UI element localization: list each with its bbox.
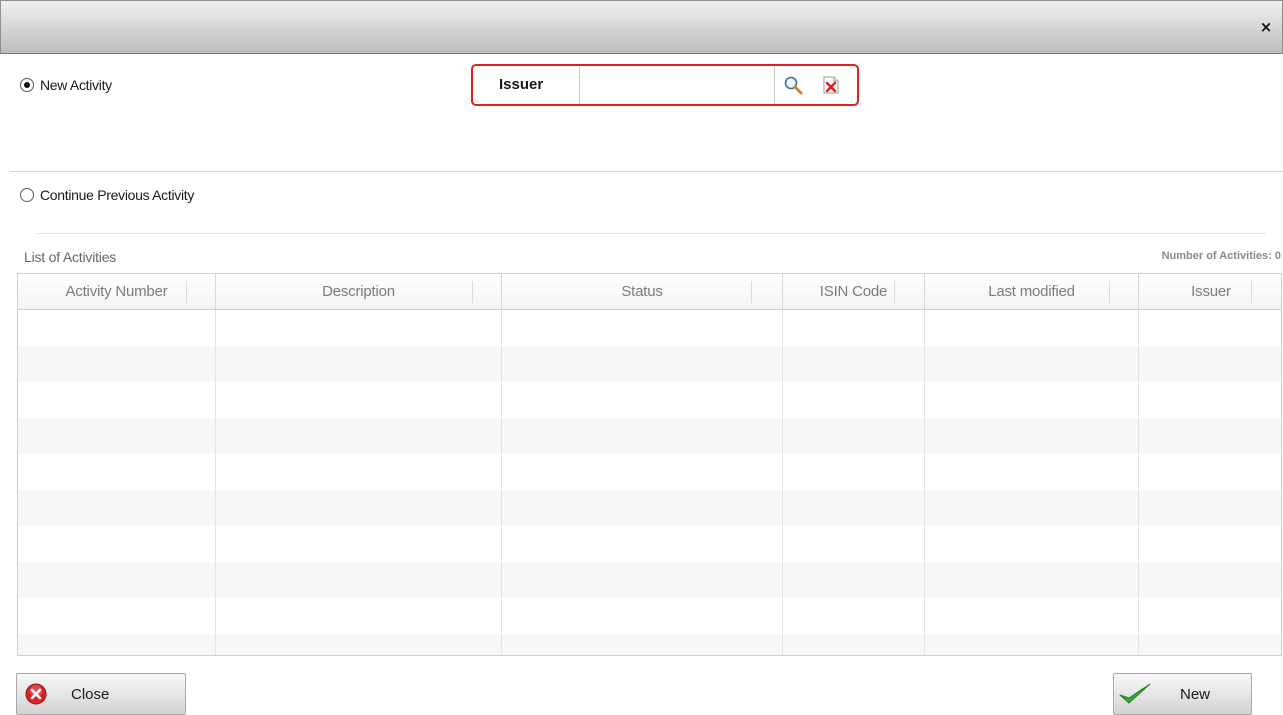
table-row[interactable] [18,562,1281,598]
table-header: Activity Number Description Status ISIN … [18,274,1281,310]
column-header-issuer[interactable]: Issuer [1138,274,1281,310]
activities-table: Activity Number Description Status ISIN … [17,273,1282,656]
continue-activity-radio[interactable]: Continue Previous Activity [20,187,194,203]
column-divider [894,281,895,303]
column-header-label: Activity Number [65,283,168,300]
continue-activity-radio-dot[interactable] [20,188,34,202]
column-header-description[interactable]: Description [215,274,501,310]
new-activity-radio-dot[interactable] [20,78,34,92]
issuer-input[interactable] [579,66,775,104]
table-row[interactable] [18,526,1281,562]
list-separator [36,233,1266,234]
column-header-label: ISIN Code [819,283,888,300]
table-row[interactable] [18,346,1281,382]
column-divider [751,281,752,303]
issuer-field-group: Issuer [471,64,859,106]
column-header-label: Status [621,283,663,300]
column-divider [1109,281,1110,303]
table-row[interactable] [18,490,1281,526]
close-circle-icon [25,683,47,705]
column-divider [186,281,187,303]
table-row[interactable] [18,310,1281,346]
continue-activity-label: Continue Previous Activity [40,187,195,203]
column-line [215,310,216,655]
search-icon[interactable] [783,75,803,95]
checkmark-icon [1118,681,1152,707]
column-divider [1251,281,1252,303]
table-row[interactable] [18,382,1281,418]
new-activity-label: New Activity [40,77,112,93]
dialog-titlebar: × [0,0,1283,54]
column-line [782,310,783,655]
activity-count: Number of Activities: 0 [1161,250,1281,262]
new-activity-radio[interactable]: New Activity [20,77,112,93]
column-line [924,310,925,655]
issuer-label: Issuer [499,76,544,93]
column-header-isin-code[interactable]: ISIN Code [782,274,924,310]
new-button-label: New [1180,685,1211,703]
column-header-label: Description [322,283,395,300]
section-separator [10,171,1283,172]
dialog-close-icon[interactable]: × [1258,19,1274,35]
column-header-activity-number[interactable]: Activity Number [18,274,215,310]
column-line [501,310,502,655]
table-row[interactable] [18,634,1281,655]
table-row[interactable] [18,598,1281,634]
column-line [1138,310,1139,655]
close-button[interactable]: Close [16,673,186,715]
column-header-last-modified[interactable]: Last modified [924,274,1138,310]
column-header-label: Issuer [1191,283,1231,300]
column-divider [472,281,473,303]
clear-icon[interactable] [821,75,841,95]
table-row[interactable] [18,418,1281,454]
table-row[interactable] [18,454,1281,490]
list-title: List of Activities [24,249,117,265]
column-header-label: Last modified [988,283,1075,300]
close-button-label: Close [71,685,110,703]
new-button[interactable]: New [1113,673,1252,715]
column-header-status[interactable]: Status [501,274,782,310]
